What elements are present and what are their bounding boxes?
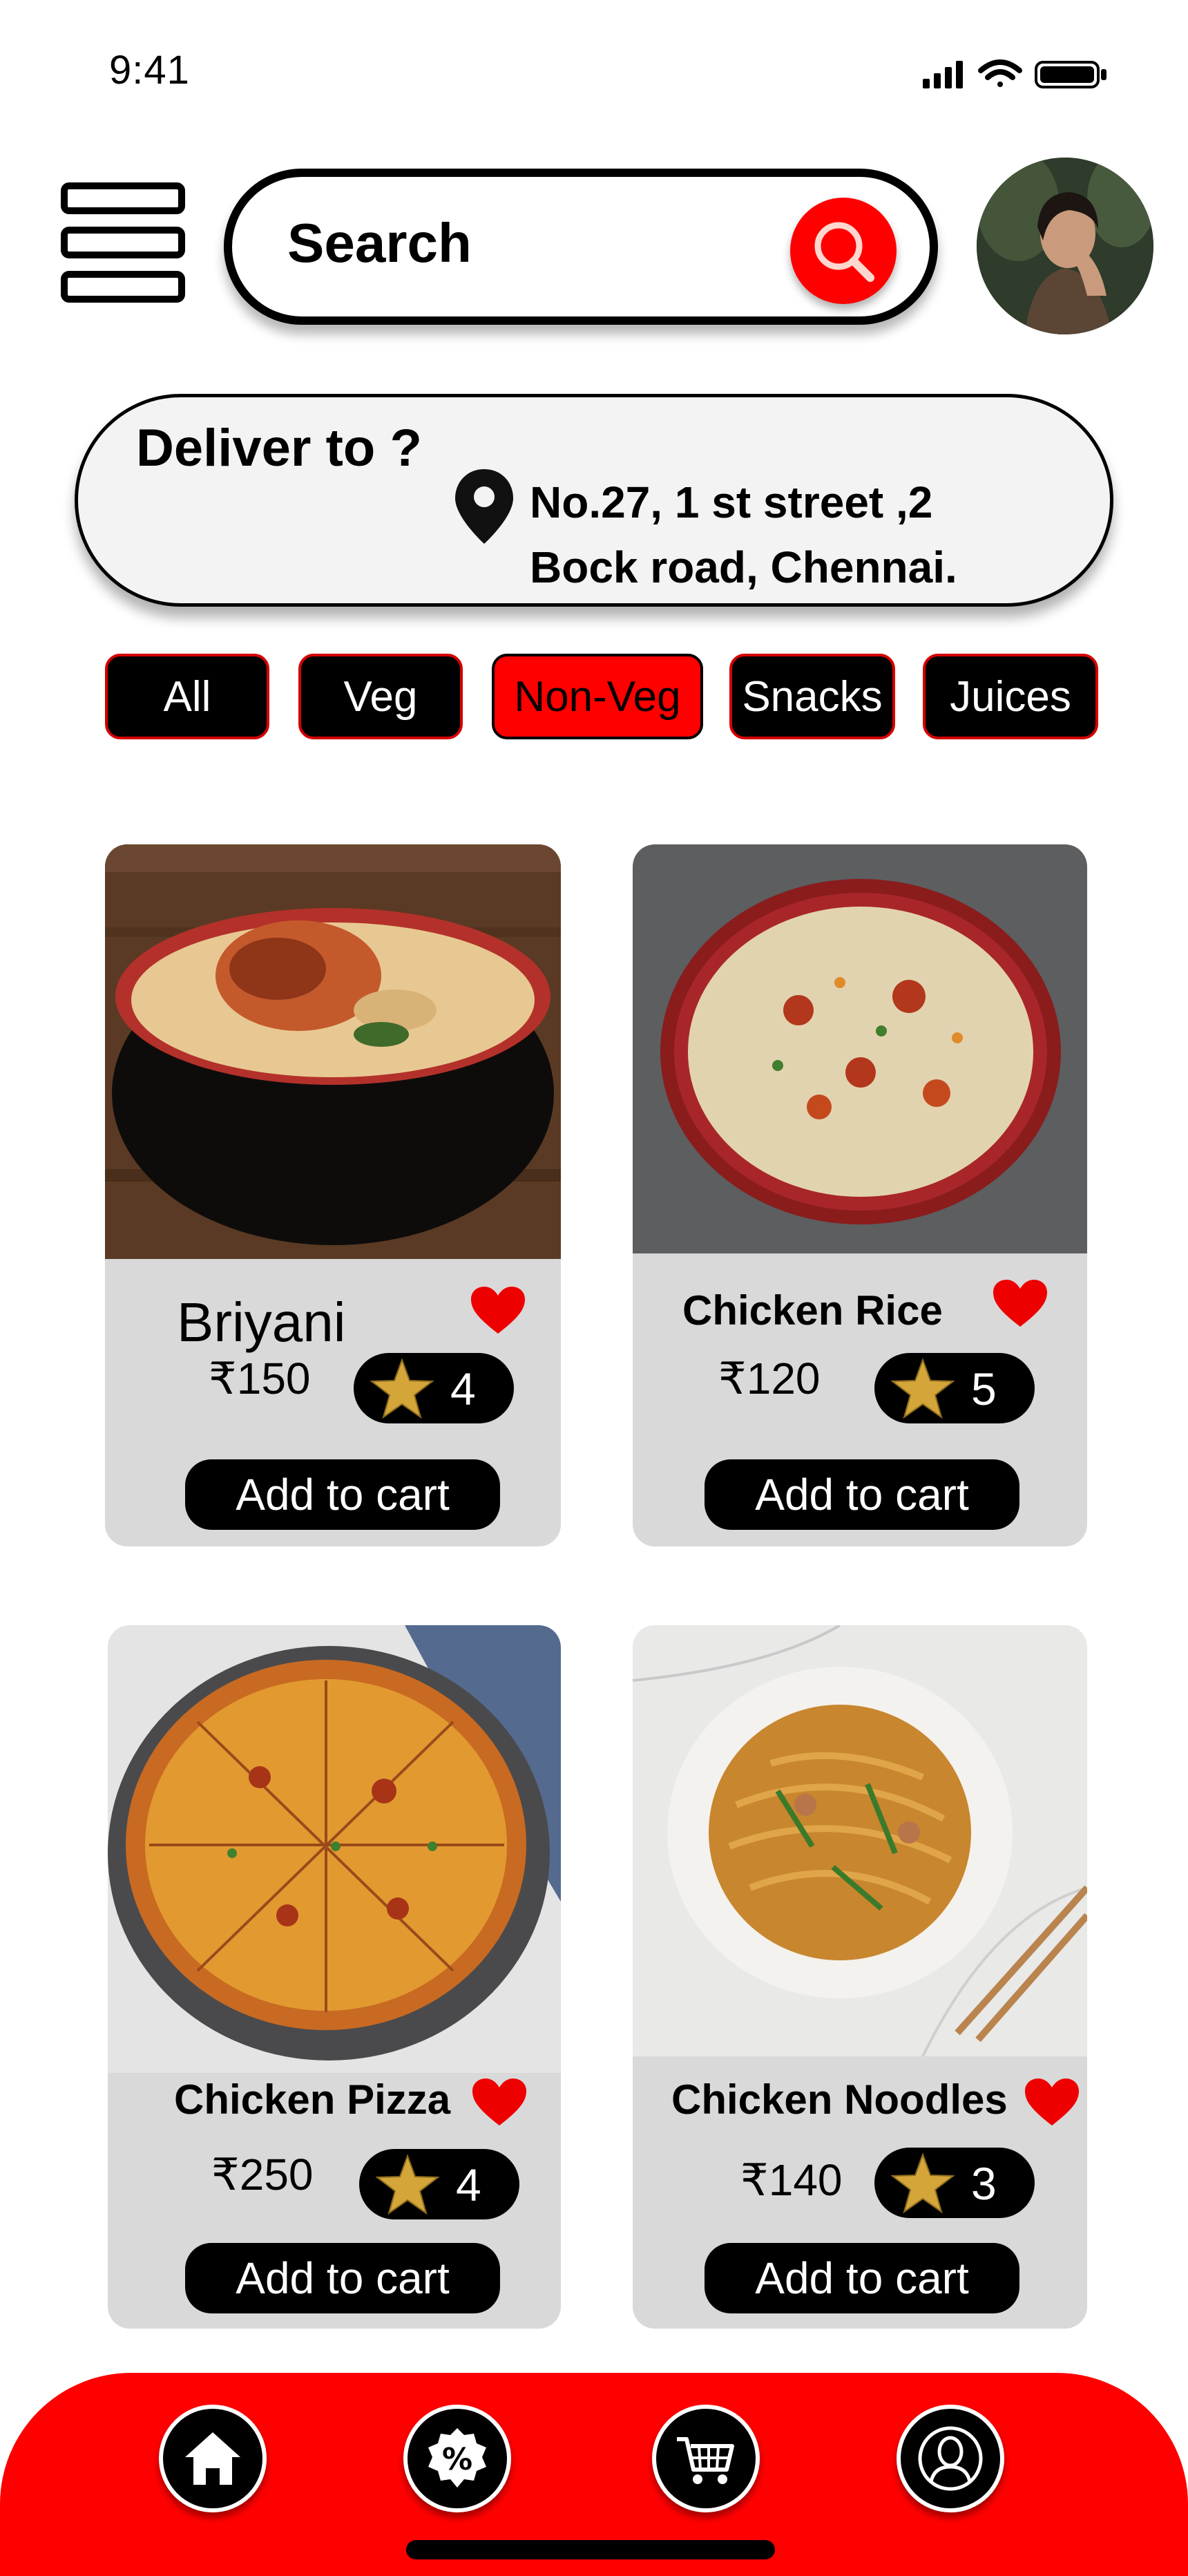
battery-icon [1035,61,1106,88]
home-icon [185,2432,240,2485]
product-card-briyani[interactable]: Briyani ₹150 4 Add to cart [105,844,561,1546]
product-card-chicken-noodles[interactable]: Chicken Noodles ₹140 3 Add to cart [633,1625,1087,2329]
delivery-address-card[interactable]: Deliver to ? No.27, 1 st street ,2 Bock … [75,394,1113,607]
add-to-cart-button[interactable]: Add to cart [185,1459,500,1530]
tab-all[interactable]: All [105,654,269,739]
rating-badge: 5 [874,1353,1035,1423]
status-icons [923,59,1106,88]
heart-icon[interactable] [471,2077,528,2127]
search-bar[interactable]: Search [224,169,938,325]
delivery-address: No.27, 1 st street ,2 Bock road, Chennai… [530,470,1013,600]
product-name: Chicken Noodles [671,2076,1008,2123]
rating-value: 4 [450,1363,476,1414]
cart-icon [677,2437,734,2484]
product-name: Chicken Rice [682,1287,943,1334]
home-indicator[interactable] [406,2540,775,2559]
nav-cart[interactable] [652,2405,760,2512]
search-input[interactable]: Search [287,211,472,275]
product-image-briyani [105,844,561,1259]
heart-icon[interactable] [1024,2077,1080,2127]
avatar-image [977,158,1153,334]
profile-icon [918,2426,983,2491]
add-to-cart-button[interactable]: Add to cart [705,1459,1019,1530]
tab-veg[interactable]: Veg [298,654,463,739]
user-avatar[interactable] [977,158,1153,334]
product-image-chicken-rice [633,844,1087,1253]
star-icon [376,2154,439,2215]
deliver-to-label: Deliver to ? [136,419,422,477]
star-icon [891,1358,955,1419]
product-name: Briyani [177,1291,346,1353]
address-line-1: No.27, 1 st street ,2 [530,477,933,527]
rating-value: 5 [971,1363,997,1414]
product-image-chicken-noodles [633,1625,1087,2056]
nav-offers[interactable]: % [403,2405,511,2512]
heart-icon[interactable] [992,1278,1048,1328]
product-card-chicken-pizza[interactable]: Chicken Pizza ₹250 4 Add to cart [108,1625,561,2329]
tab-non-veg[interactable]: Non-Veg [492,654,703,739]
wifi-icon [978,59,1022,87]
product-name: Chicken Pizza [174,2076,451,2123]
add-to-cart-button[interactable]: Add to cart [185,2243,500,2313]
rating-badge: 4 [354,1353,514,1423]
tab-juices[interactable]: Juices [923,654,1098,739]
product-price: ₹150 [209,1354,311,1403]
svg-text:%: % [442,2442,472,2477]
star-icon [370,1358,434,1419]
rating-value: 4 [456,2159,481,2210]
search-icon [814,222,874,282]
status-time: 9:41 [109,48,190,93]
address-line-2: Bock road, Chennai. [530,542,957,592]
location-pin-icon [455,469,513,544]
signal-icon [923,61,963,88]
add-to-cart-button[interactable]: Add to cart [705,2243,1019,2313]
product-card-chicken-rice[interactable]: Chicken Rice ₹120 5 Add to cart [633,844,1087,1546]
menu-icon[interactable] [61,182,185,307]
product-price: ₹120 [718,1354,821,1403]
nav-home[interactable] [159,2405,267,2512]
product-price: ₹140 [740,2155,843,2205]
product-price: ₹250 [211,2150,314,2199]
nav-profile[interactable] [897,2405,1004,2512]
product-image-chicken-pizza [108,1625,561,2073]
tab-snacks[interactable]: Snacks [729,654,895,739]
star-icon [891,2152,955,2214]
rating-badge: 4 [359,2149,519,2219]
heart-icon[interactable] [470,1285,526,1335]
rating-value: 3 [971,2158,997,2209]
offers-icon: % [428,2428,486,2488]
rating-badge: 3 [874,2148,1035,2218]
search-button[interactable] [790,198,897,304]
